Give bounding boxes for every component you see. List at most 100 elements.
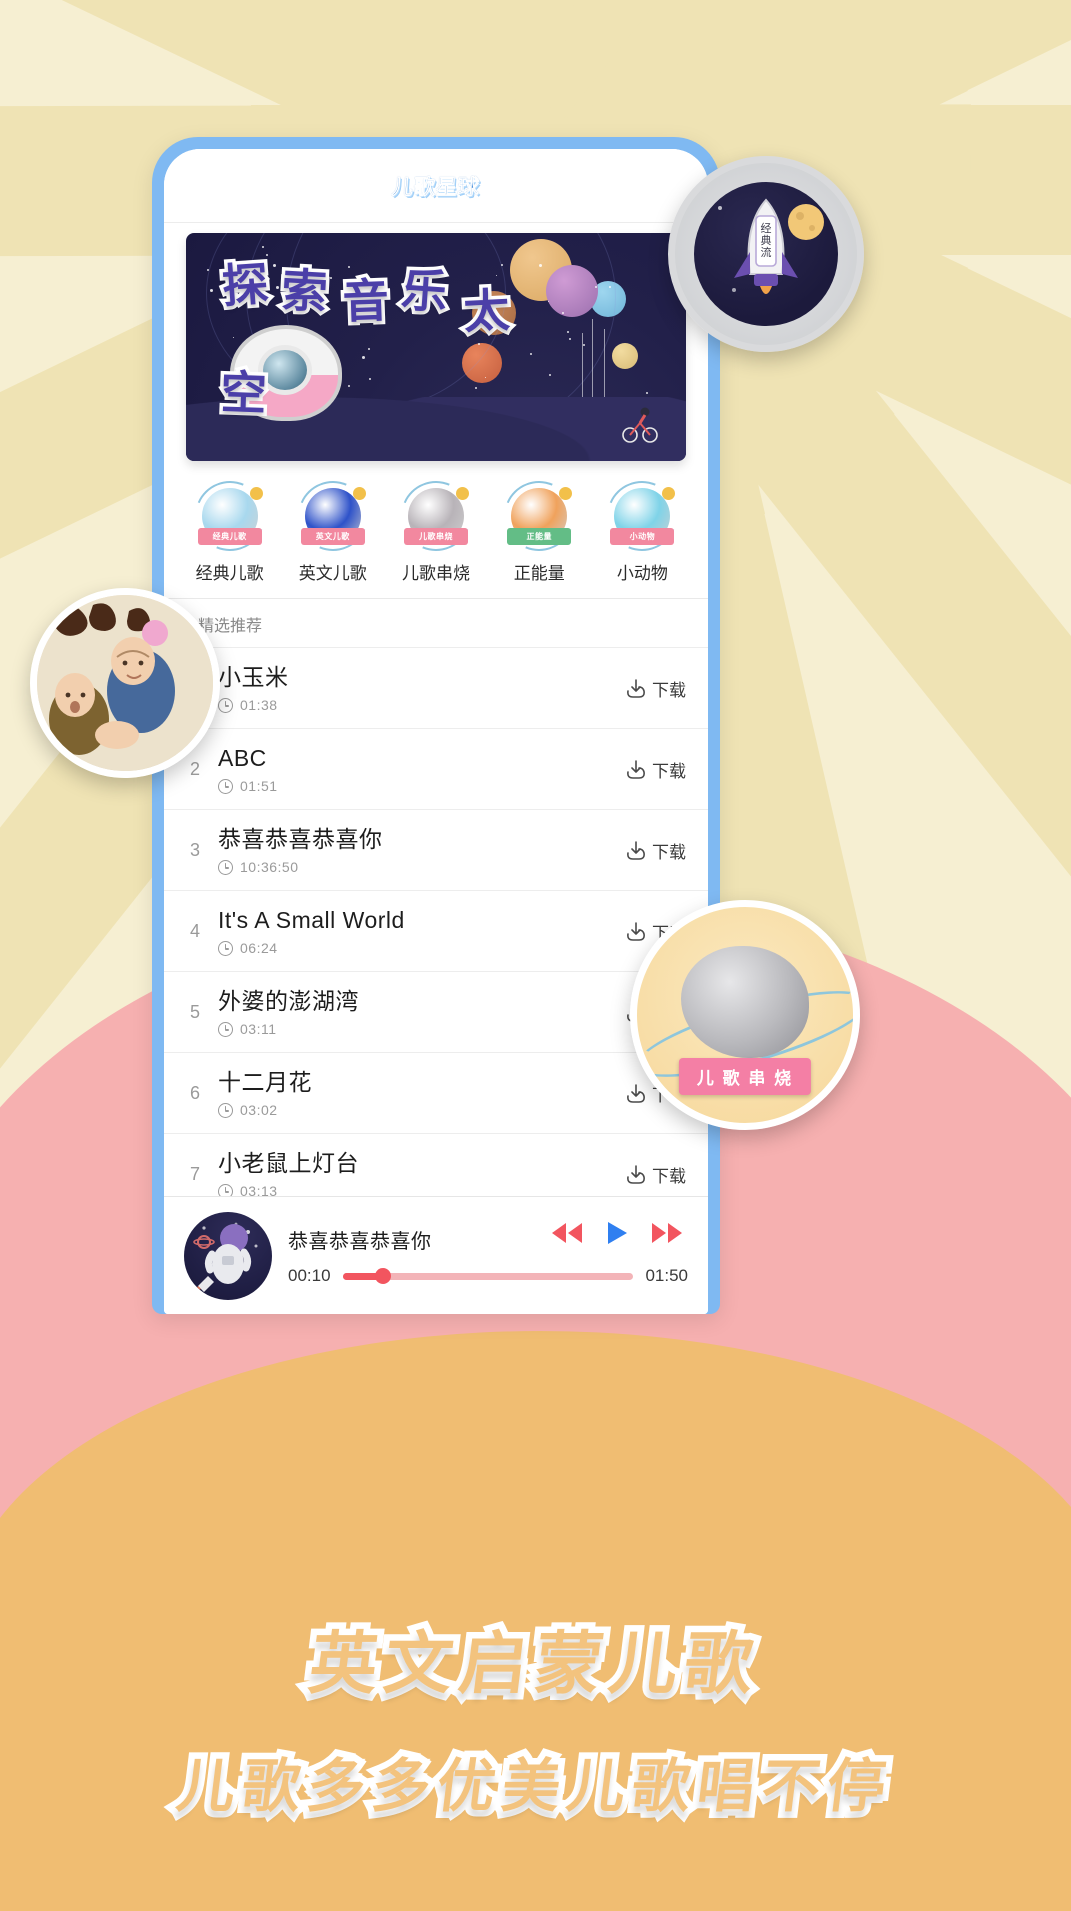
song-meta: 03:02 xyxy=(218,1102,611,1118)
app-header: 儿歌星球 xyxy=(164,149,708,223)
download-label: 下载 xyxy=(652,1162,686,1187)
song-row[interactable]: 4It's A Small World06:24下载 xyxy=(164,891,708,972)
song-index: 3 xyxy=(186,840,204,861)
category-row: 经典儿歌 经典儿歌 英文儿歌 英文儿歌 儿歌串烧 儿歌串烧 正能量 正能量 小动物 小动物 xyxy=(164,475,708,599)
app-logo: 儿歌星球 xyxy=(391,171,481,201)
category-label: 正能量 xyxy=(514,559,565,584)
song-row[interactable]: 1小玉米01:38下载 xyxy=(164,648,708,729)
download-icon xyxy=(625,839,647,861)
star-sparkle-icon xyxy=(559,487,572,500)
song-info: 小玉米 01:38 xyxy=(218,663,611,714)
song-index: 7 xyxy=(186,1164,204,1185)
section-title: 精选推荐 xyxy=(198,612,262,636)
banner-star xyxy=(475,387,477,389)
clock-icon xyxy=(218,779,233,794)
banner-star xyxy=(646,392,648,394)
song-index: 4 xyxy=(186,921,204,942)
category-item-5[interactable]: 小动物 小动物 xyxy=(591,479,694,584)
song-title: It's A Small World xyxy=(218,906,611,935)
song-meta: 03:11 xyxy=(218,1021,611,1037)
mini-player: 恭喜恭喜恭喜你 00:10 01:50 xyxy=(164,1196,708,1314)
category-label: 儿歌串烧 xyxy=(402,559,470,584)
clock-icon xyxy=(218,1022,233,1037)
song-duration: 03:02 xyxy=(240,1102,278,1118)
category-item-2[interactable]: 英文儿歌 英文儿歌 xyxy=(281,479,384,584)
song-info: 外婆的澎湖湾 03:11 xyxy=(218,987,611,1038)
song-index: 5 xyxy=(186,1002,204,1023)
clock-icon xyxy=(218,1103,233,1118)
player-controls xyxy=(548,1219,686,1247)
song-meta: 01:51 xyxy=(218,778,611,794)
globe-moon-icon[interactable]: 儿歌串烧 xyxy=(399,479,473,553)
category-item-3[interactable]: 儿歌串烧 儿歌串烧 xyxy=(384,479,487,584)
download-button[interactable]: 下载 xyxy=(625,1162,686,1187)
star-sparkle-icon xyxy=(250,487,263,500)
category-ribbon: 小动物 xyxy=(610,528,674,545)
svg-text:典: 典 xyxy=(761,233,772,247)
clock-icon xyxy=(218,860,233,875)
globe-earth-icon[interactable]: 经典儿歌 xyxy=(193,479,267,553)
star-sparkle-icon xyxy=(456,487,469,500)
category-item-4[interactable]: 正能量 正能量 xyxy=(488,479,591,584)
song-index: 2 xyxy=(186,759,204,780)
download-icon xyxy=(625,920,647,942)
song-row[interactable]: 5外婆的澎湖湾03:11下载 xyxy=(164,972,708,1053)
category-label: 小动物 xyxy=(617,559,668,584)
banner-title-char: 太 xyxy=(462,274,511,342)
player-seek-slider[interactable] xyxy=(343,1273,634,1280)
song-duration: 01:51 xyxy=(240,778,278,794)
download-icon xyxy=(625,1163,647,1185)
song-meta: 01:38 xyxy=(218,697,611,713)
song-row[interactable]: 2 ABC 01:51 下载 xyxy=(164,729,708,810)
download-icon xyxy=(625,1082,647,1104)
category-ribbon: 儿歌串烧 xyxy=(404,528,468,545)
song-title: ABC xyxy=(218,744,611,773)
hero-banner[interactable]: 探索音乐太空 xyxy=(186,233,686,461)
globe-orange-icon[interactable]: 正能量 xyxy=(502,479,576,553)
download-button[interactable]: 下载 xyxy=(625,676,686,701)
globe-blue-icon[interactable]: 英文儿歌 xyxy=(296,479,370,553)
phone-mockup: 儿歌星球 探索音乐太空 经典儿歌 经典儿歌 英文儿歌 英文儿歌 儿歌串烧 儿歌串… xyxy=(152,137,720,1314)
banner-title-char: 乐 xyxy=(399,253,449,322)
banner-star xyxy=(567,331,569,333)
song-title: 恭喜恭喜恭喜你 xyxy=(218,825,611,854)
banner-title-char: 音 xyxy=(341,264,389,332)
badge-classic-rocket: 经 典 流 xyxy=(668,156,864,352)
category-ribbon: 经典儿歌 xyxy=(198,528,262,545)
cartoon-monks-icon xyxy=(37,595,213,771)
song-title: 十二月花 xyxy=(218,1068,611,1097)
category-item-1[interactable]: 经典儿歌 经典儿歌 xyxy=(178,479,281,584)
orbit-ring-icon xyxy=(494,470,585,561)
download-button[interactable]: 下载 xyxy=(625,757,686,782)
badge-song-medley: 儿 歌 串 烧 xyxy=(630,900,860,1130)
rewind-icon[interactable] xyxy=(548,1219,586,1247)
song-row[interactable]: 3 恭喜恭喜恭喜你 10:36:50 下载 xyxy=(164,810,708,891)
player-progress-row: 00:10 01:50 xyxy=(288,1266,688,1286)
badge-moon-caption: 儿 歌 串 烧 xyxy=(679,1058,811,1095)
banner-star xyxy=(569,338,571,340)
clock-icon xyxy=(218,698,233,713)
song-info: 小老鼠上灯台 03:13 xyxy=(218,1149,611,1200)
play-icon[interactable] xyxy=(604,1219,630,1247)
globe-cyan-icon[interactable]: 小动物 xyxy=(605,479,679,553)
player-seek-handle[interactable] xyxy=(375,1268,391,1284)
song-duration: 03:11 xyxy=(240,1021,277,1037)
download-button[interactable]: 下载 xyxy=(625,838,686,863)
download-icon xyxy=(625,677,647,699)
rocket-icon: 经 典 流 xyxy=(694,182,838,326)
player-elapsed-time: 00:10 xyxy=(288,1266,331,1286)
cyclist-icon xyxy=(620,399,660,443)
song-row[interactable]: 6十二月花03:02下载 xyxy=(164,1053,708,1134)
fast-forward-icon[interactable] xyxy=(648,1219,686,1247)
song-info: 十二月花 03:02 xyxy=(218,1068,611,1119)
song-title: 外婆的澎湖湾 xyxy=(218,987,611,1016)
song-meta: 06:24 xyxy=(218,940,611,956)
song-duration: 06:24 xyxy=(240,940,278,956)
player-artwork[interactable] xyxy=(184,1212,272,1300)
category-ribbon: 正能量 xyxy=(507,528,571,545)
song-duration: 01:38 xyxy=(240,697,278,713)
banner-star xyxy=(207,269,209,271)
song-title: 小玉米 xyxy=(218,663,611,692)
song-list: 1小玉米01:38下载2ABC01:51下载3恭喜恭喜恭喜你10:36:50下载… xyxy=(164,648,708,1215)
banner-title: 探索音乐太空 xyxy=(222,249,552,387)
